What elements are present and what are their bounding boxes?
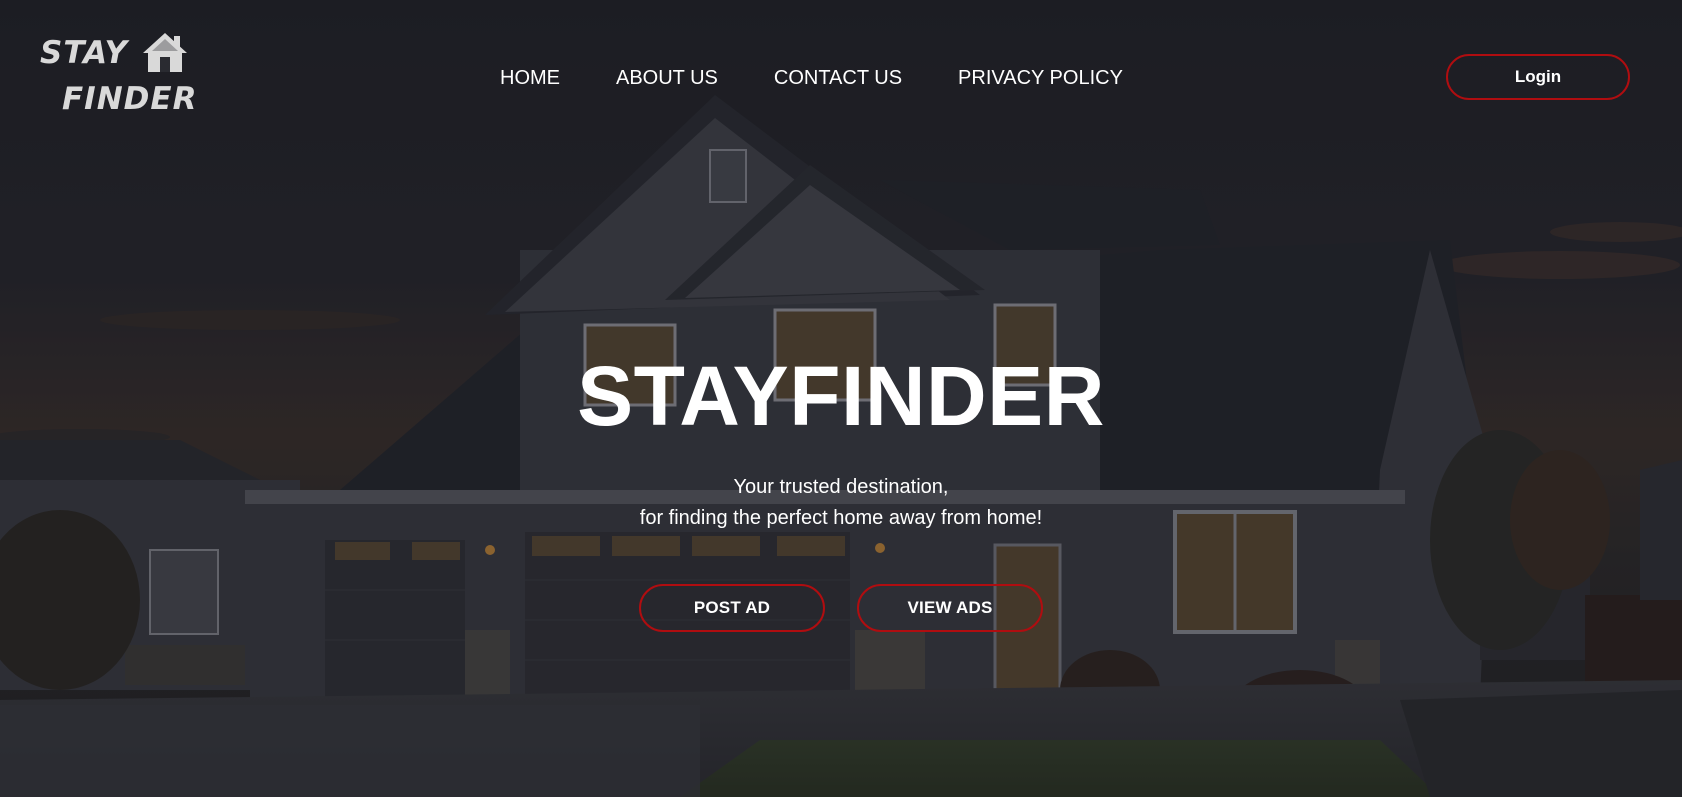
hero-title: STAYFINDER: [577, 349, 1105, 443]
logo-text-line2: FINDER: [62, 81, 198, 117]
nav-item-privacy-policy[interactable]: PRIVACY POLICY: [958, 66, 1123, 90]
nav-item-about-us[interactable]: ABOUT US: [616, 66, 718, 90]
logo-text-line1: STAY: [40, 35, 128, 71]
post-ad-button[interactable]: POST AD: [639, 584, 825, 632]
main-nav: HOME ABOUT US CONTACT US PRIVACY POLICY: [500, 66, 1123, 90]
hero-subtitle-line2: for finding the perfect home away from h…: [639, 507, 1043, 529]
house-icon: [143, 33, 187, 72]
nav-item-home[interactable]: HOME: [500, 66, 560, 90]
login-button[interactable]: Login: [1446, 54, 1630, 100]
hero-subtitle-line1: Your trusted destination,: [733, 476, 949, 498]
view-ads-button[interactable]: VIEW ADS: [857, 584, 1043, 632]
site-logo[interactable]: STAY FINDER: [38, 30, 198, 120]
nav-item-contact-us[interactable]: CONTACT US: [774, 66, 902, 90]
